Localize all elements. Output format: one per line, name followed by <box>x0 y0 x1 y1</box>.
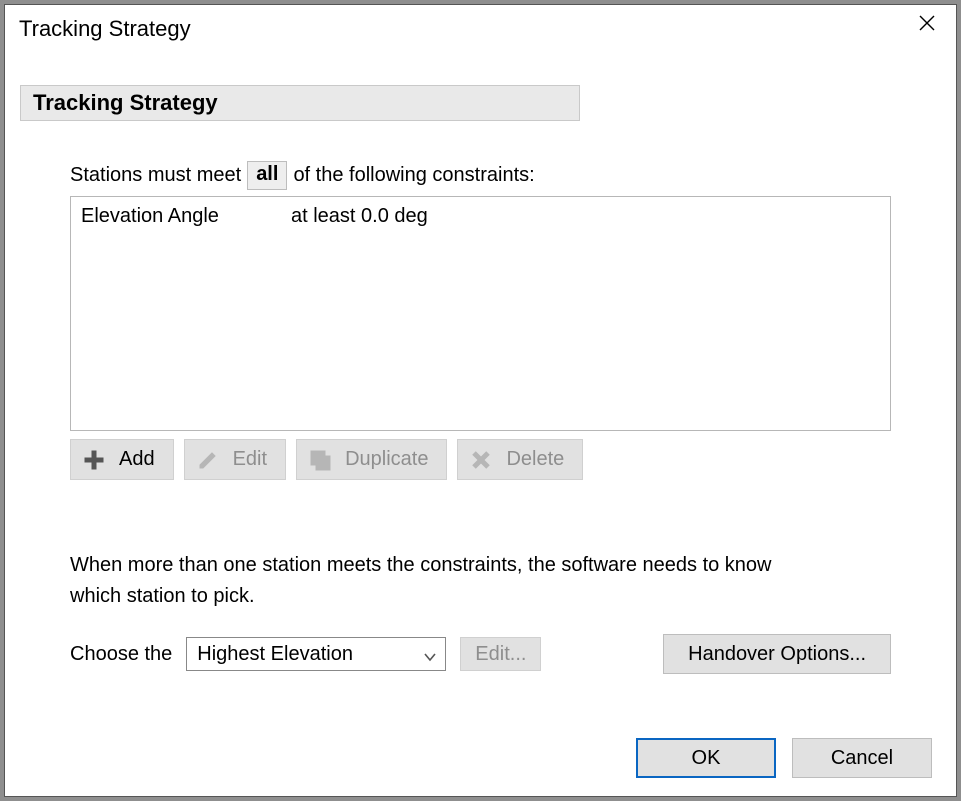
choose-label: Choose the <box>70 643 172 666</box>
delete-button[interactable]: Delete <box>457 439 583 480</box>
edit-button[interactable]: Edit <box>184 439 286 480</box>
title-bar: Tracking Strategy <box>5 5 956 53</box>
selection-edit-label: Edit... <box>475 643 526 666</box>
duplicate-button[interactable]: Duplicate <box>296 439 447 480</box>
ok-button[interactable]: OK <box>636 738 776 778</box>
close-button[interactable] <box>898 5 956 47</box>
ok-button-label: OK <box>692 747 721 770</box>
plus-icon <box>83 449 105 471</box>
selection-method-value: Highest Elevation <box>197 643 353 666</box>
constraints-list[interactable]: Elevation Angle at least 0.0 deg <box>70 196 891 431</box>
constraint-condition: at least 0.0 deg <box>291 205 428 228</box>
cancel-button-label: Cancel <box>831 747 893 770</box>
window-title: Tracking Strategy <box>19 16 191 42</box>
close-icon <box>918 14 936 38</box>
client-area: Tracking Strategy Stations must meet all… <box>5 55 956 796</box>
selection-edit-button[interactable]: Edit... <box>460 637 541 671</box>
constraint-mode-toggle[interactable]: all <box>247 161 287 190</box>
list-item[interactable]: Elevation Angle at least 0.0 deg <box>81 203 880 230</box>
handover-options-label: Handover Options... <box>688 643 866 666</box>
dialog-buttons: OK Cancel <box>636 738 932 778</box>
add-button[interactable]: Add <box>70 439 174 480</box>
inner-panel: Stations must meet all of the following … <box>20 121 941 674</box>
duplicate-button-label: Duplicate <box>345 448 428 471</box>
constraint-sentence: Stations must meet all of the following … <box>70 161 891 190</box>
dialog-window: Tracking Strategy Tracking Strategy Stat… <box>4 4 957 797</box>
explanation-text: When more than one station meets the con… <box>70 550 790 612</box>
choose-row: Choose the Highest Elevation Edit... Han… <box>70 634 891 674</box>
constraint-sentence-suffix: of the following constraints: <box>293 164 534 187</box>
constraint-toolbar: Add Edit Duplicate <box>70 439 891 480</box>
delete-button-label: Delete <box>506 448 564 471</box>
chevron-down-icon <box>423 647 437 661</box>
duplicate-icon <box>309 449 331 471</box>
constraint-name: Elevation Angle <box>81 205 291 228</box>
selection-method-combo[interactable]: Highest Elevation <box>186 637 446 671</box>
section-header: Tracking Strategy <box>20 85 580 121</box>
handover-options-button[interactable]: Handover Options... <box>663 634 891 674</box>
edit-button-label: Edit <box>233 448 267 471</box>
constraint-sentence-prefix: Stations must meet <box>70 164 241 187</box>
cancel-button[interactable]: Cancel <box>792 738 932 778</box>
delete-icon <box>470 449 492 471</box>
add-button-label: Add <box>119 448 155 471</box>
pencil-icon <box>197 449 219 471</box>
